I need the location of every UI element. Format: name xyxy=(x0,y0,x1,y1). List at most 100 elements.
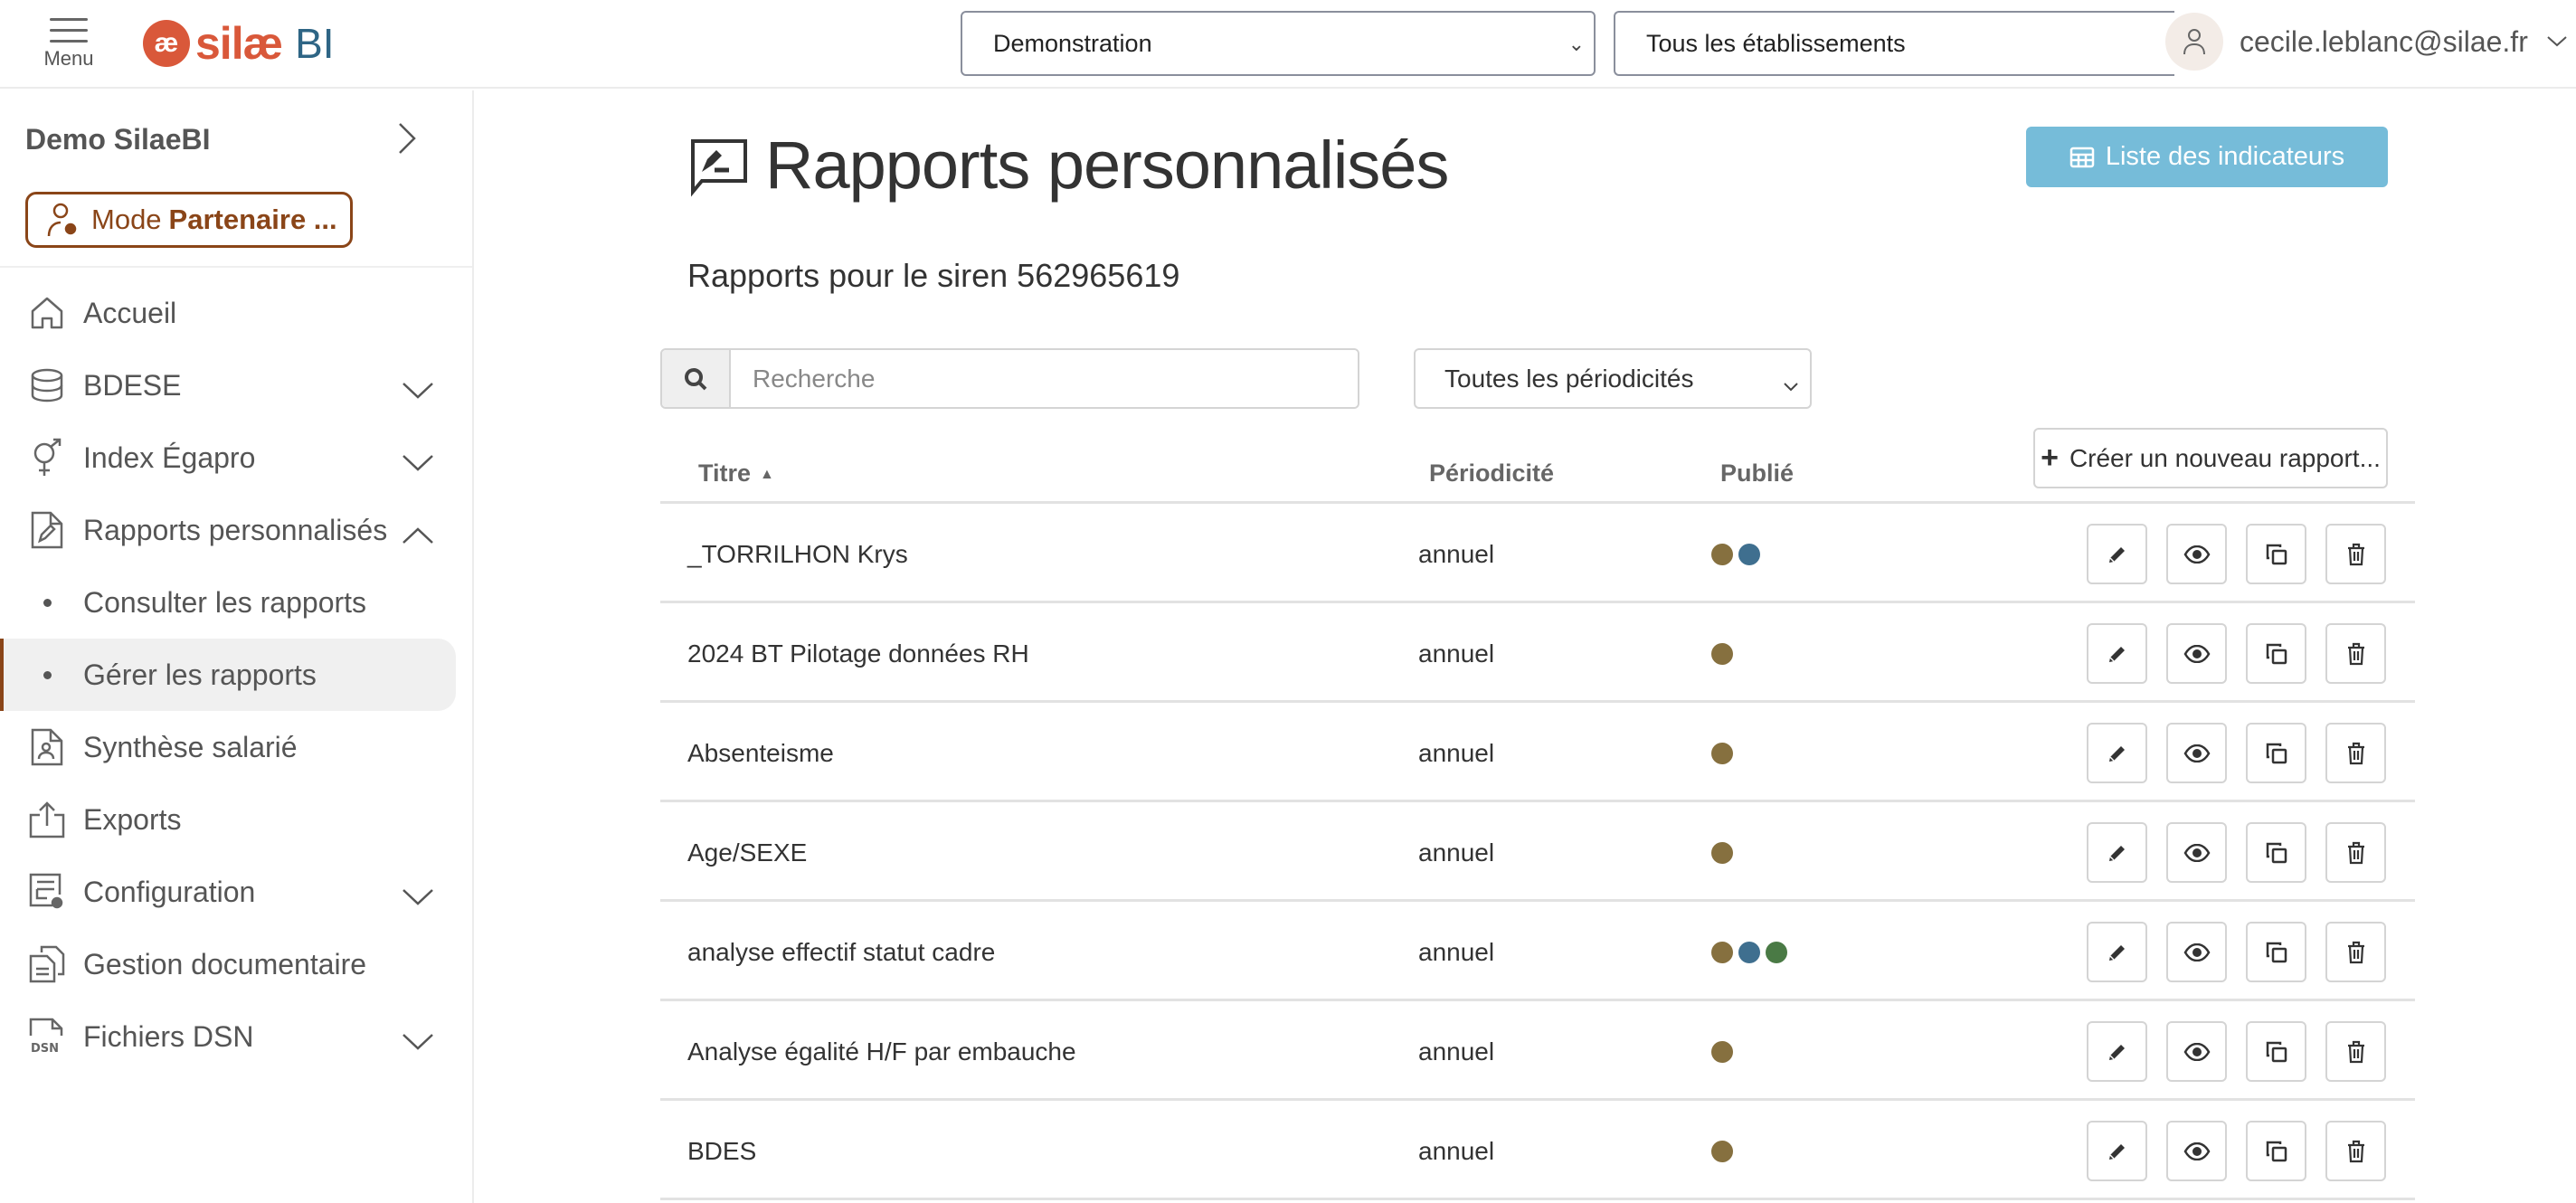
published-indicators xyxy=(1711,942,1793,963)
hamburger-icon xyxy=(50,18,88,43)
user-menu[interactable]: cecile.leblanc@silae.fr xyxy=(2165,13,2568,71)
duplicate-button[interactable] xyxy=(2246,1021,2306,1082)
table-body: _TORRILHON Krys annuel 2024 BT Pilotage … xyxy=(660,504,2415,1200)
sidebar-item-gestion-documentaire[interactable]: Gestion documentaire xyxy=(0,928,472,1000)
view-button[interactable] xyxy=(2166,723,2227,783)
home-icon xyxy=(27,293,67,333)
duplicate-button[interactable] xyxy=(2246,723,2306,783)
row-actions xyxy=(2087,922,2405,982)
sidebar-item-index-egapro[interactable]: Index Égapro xyxy=(0,422,472,494)
published-dot-green xyxy=(1766,942,1787,963)
table-row: Analyse égalité H/F par embauche annuel xyxy=(660,1001,2415,1101)
view-button[interactable] xyxy=(2166,623,2227,684)
edit-button[interactable] xyxy=(2087,623,2147,684)
published-dot-brown xyxy=(1711,743,1733,764)
sidebar-item-accueil[interactable]: Accueil xyxy=(0,277,472,349)
published-indicators xyxy=(1711,643,1738,665)
report-title: 2024 BT Pilotage données RH xyxy=(687,639,1029,668)
chevron-up-icon xyxy=(402,519,434,553)
sidebar-item-configuration[interactable]: Configuration xyxy=(0,856,472,928)
report-periodicity: annuel xyxy=(1418,938,1495,966)
trash-icon xyxy=(2347,941,2364,963)
chevron-down-icon xyxy=(2546,30,2568,53)
indicators-list-button[interactable]: Liste des indicateurs xyxy=(2026,127,2388,187)
edit-button[interactable] xyxy=(2087,723,2147,783)
sidebar-item-rapports-personnalises[interactable]: Rapports personnalisés xyxy=(0,494,472,566)
report-periodicity: annuel xyxy=(1418,739,1495,767)
column-header-periodicity: Périodicité xyxy=(1429,459,1555,487)
logo-suffix: BI xyxy=(295,20,335,67)
search-input[interactable] xyxy=(731,350,1358,407)
published-dot-brown xyxy=(1711,643,1733,665)
edit-button[interactable] xyxy=(2087,822,2147,883)
column-header-title-label: Titre xyxy=(698,459,752,487)
establishment-select[interactable]: Tous les établissements xyxy=(1614,11,2174,76)
published-indicators xyxy=(1711,1041,1738,1063)
logo-mark-icon: æ xyxy=(143,20,190,67)
delete-button[interactable] xyxy=(2325,822,2386,883)
trash-icon xyxy=(2347,742,2364,764)
duplicate-button[interactable] xyxy=(2246,822,2306,883)
table-row: 2024 BT Pilotage données RH annuel xyxy=(660,603,2415,703)
edit-button[interactable] xyxy=(2087,922,2147,982)
sidebar-subitem-consulter-rapports[interactable]: Consulter les rapports xyxy=(0,566,472,639)
logo[interactable]: æ silæ BI xyxy=(143,18,335,69)
sidebar-item-label: Consulter les rapports xyxy=(83,585,367,619)
eye-icon xyxy=(2183,1042,2210,1061)
published-indicators xyxy=(1711,544,1766,565)
report-title: BDES xyxy=(687,1137,757,1165)
report-title: Age/SEXE xyxy=(687,838,808,867)
trash-icon xyxy=(2347,841,2364,864)
report-edit-icon xyxy=(27,510,67,550)
sidebar-item-fichiers-dsn[interactable]: DSN Fichiers DSN xyxy=(0,1000,472,1073)
dsn-file-icon: DSN xyxy=(27,1017,67,1056)
partner-mode-button[interactable]: Mode Partenaire ... xyxy=(25,192,353,248)
sidebar-nav: Accueil BDESE Index Égapro Rapports pers… xyxy=(0,277,472,1073)
view-button[interactable] xyxy=(2166,922,2227,982)
view-button[interactable] xyxy=(2166,1121,2227,1181)
duplicate-button[interactable] xyxy=(2246,1121,2306,1181)
duplicate-button[interactable] xyxy=(2246,524,2306,584)
pencil-icon xyxy=(2108,1143,2125,1160)
periodicity-select[interactable]: Toutes les périodicités xyxy=(1414,348,1812,409)
chevron-right-icon[interactable] xyxy=(396,121,418,160)
sidebar-item-bdese[interactable]: BDESE xyxy=(0,349,472,422)
view-button[interactable] xyxy=(2166,1021,2227,1082)
report-title: Absenteisme xyxy=(687,739,834,767)
published-dot-blue xyxy=(1738,942,1760,963)
company-select[interactable]: Demonstration ⌄ xyxy=(961,11,1596,76)
delete-button[interactable] xyxy=(2325,922,2386,982)
gender-icon xyxy=(27,438,67,478)
duplicate-button[interactable] xyxy=(2246,623,2306,684)
view-button[interactable] xyxy=(2166,822,2227,883)
employee-file-icon xyxy=(27,727,67,767)
delete-button[interactable] xyxy=(2325,1021,2386,1082)
edit-button[interactable] xyxy=(2087,1121,2147,1181)
edit-button[interactable] xyxy=(2087,1021,2147,1082)
view-button[interactable] xyxy=(2166,524,2227,584)
duplicate-button[interactable] xyxy=(2246,922,2306,982)
sidebar-item-exports[interactable]: Exports xyxy=(0,783,472,856)
delete-button[interactable] xyxy=(2325,623,2386,684)
export-icon xyxy=(27,800,67,839)
avatar xyxy=(2165,13,2223,71)
eye-icon xyxy=(2183,744,2210,763)
delete-button[interactable] xyxy=(2325,524,2386,584)
delete-button[interactable] xyxy=(2325,723,2386,783)
row-actions xyxy=(2087,822,2405,883)
copy-icon xyxy=(2266,942,2287,962)
sidebar-item-synthese-salarie[interactable]: Synthèse salarié xyxy=(0,711,472,783)
periodicity-select-value: Toutes les périodicités xyxy=(1444,364,1694,393)
sidebar-item-label: Index Égapro xyxy=(83,440,256,474)
establishment-select-value: Tous les établissements xyxy=(1646,29,1906,57)
sidebar-subitem-gerer-rapports[interactable]: Gérer les rapports xyxy=(0,639,456,711)
pencil-icon xyxy=(2108,845,2125,861)
edit-button[interactable] xyxy=(2087,524,2147,584)
report-comment-icon xyxy=(689,137,749,202)
delete-button[interactable] xyxy=(2325,1121,2386,1181)
column-header-title[interactable]: Titre ▲ xyxy=(698,459,774,488)
eye-icon xyxy=(2183,644,2210,663)
published-dot-brown xyxy=(1711,942,1733,963)
eye-icon xyxy=(2183,545,2210,564)
menu-button[interactable]: Menu xyxy=(27,14,110,80)
